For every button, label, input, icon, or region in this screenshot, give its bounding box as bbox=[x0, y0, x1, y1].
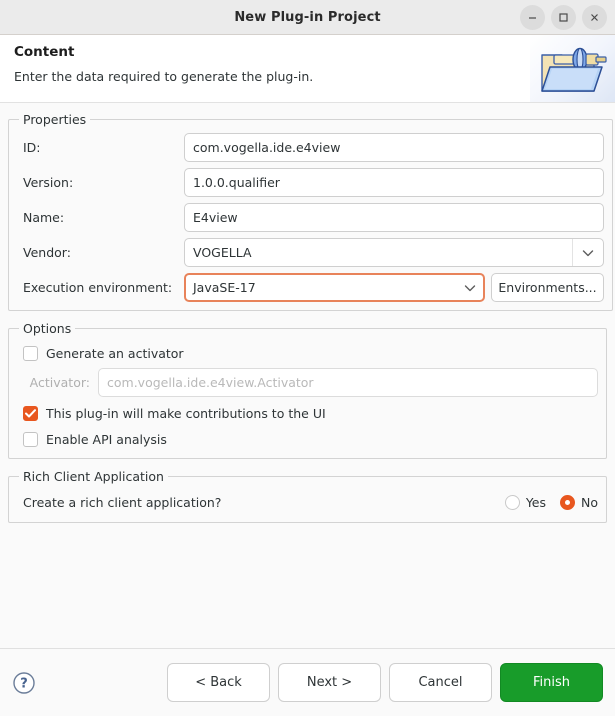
chevron-down-icon[interactable] bbox=[572, 239, 603, 266]
close-icon[interactable] bbox=[582, 4, 607, 30]
plugin-folder-icon bbox=[530, 35, 615, 102]
rich-client-no-radio[interactable] bbox=[560, 494, 575, 510]
version-label: Version: bbox=[23, 175, 74, 190]
finish-button[interactable]: Finish bbox=[500, 663, 603, 702]
id-input[interactable] bbox=[184, 133, 604, 162]
api-analysis-checkbox[interactable] bbox=[23, 431, 38, 447]
activator-row: Activator: bbox=[17, 368, 598, 397]
ui-contributions-label: This plug-in will make contributions to … bbox=[46, 405, 326, 421]
maximize-icon[interactable] bbox=[551, 4, 576, 30]
rich-client-yes-option[interactable]: Yes bbox=[504, 494, 546, 510]
properties-group: Properties ID: Version: Name: Vendor: VO… bbox=[8, 112, 613, 311]
properties-legend: Properties bbox=[23, 112, 87, 127]
rich-client-row: Create a rich client application? Yes No bbox=[17, 490, 598, 514]
activator-input[interactable] bbox=[98, 368, 598, 397]
cancel-button[interactable]: Cancel bbox=[389, 663, 492, 702]
version-input[interactable] bbox=[184, 168, 604, 197]
options-legend: Options bbox=[23, 321, 72, 336]
id-row: ID: bbox=[17, 133, 604, 162]
help-icon[interactable]: ? bbox=[12, 671, 36, 695]
vendor-combo[interactable]: VOGELLA bbox=[184, 238, 604, 267]
window-controls bbox=[520, 0, 607, 34]
version-row: Version: bbox=[17, 168, 604, 197]
rich-client-yes-radio[interactable] bbox=[504, 494, 520, 510]
vendor-row: Vendor: VOGELLA bbox=[17, 238, 604, 267]
next-button[interactable]: Next > bbox=[278, 663, 381, 702]
generate-activator-label: Generate an activator bbox=[46, 345, 184, 361]
vendor-label: Vendor: bbox=[23, 245, 71, 260]
generate-activator-checkbox[interactable] bbox=[23, 345, 38, 361]
wizard-content: Properties ID: Version: Name: Vendor: VO… bbox=[0, 103, 615, 648]
svg-text:?: ? bbox=[20, 676, 28, 691]
rich-client-legend: Rich Client Application bbox=[23, 469, 164, 484]
rich-client-no-label: No bbox=[581, 494, 598, 510]
dialog-footer: ? < Back Next > Cancel Finish bbox=[0, 648, 615, 716]
minimize-icon[interactable] bbox=[520, 4, 545, 30]
generate-activator-row[interactable]: Generate an activator bbox=[17, 342, 598, 364]
name-input[interactable] bbox=[184, 203, 604, 232]
execution-environment-value: JavaSE-17 bbox=[193, 280, 256, 295]
options-group: Options Generate an activator Activator:… bbox=[8, 321, 607, 459]
rich-client-no-option[interactable]: No bbox=[560, 494, 598, 510]
back-button[interactable]: < Back bbox=[167, 663, 270, 702]
titlebar: New Plug-in Project bbox=[0, 0, 615, 35]
new-plugin-project-dialog: New Plug-in Project Content Enter the da… bbox=[0, 0, 615, 716]
execution-environment-label: Execution environment: bbox=[23, 280, 173, 295]
name-label: Name: bbox=[23, 210, 65, 225]
chevron-down-icon[interactable] bbox=[457, 275, 483, 300]
api-analysis-row[interactable]: Enable API analysis bbox=[17, 428, 598, 450]
page-title: Content bbox=[14, 44, 75, 60]
window-title: New Plug-in Project bbox=[234, 9, 381, 25]
activator-label: Activator: bbox=[29, 375, 90, 390]
ui-contributions-checkbox[interactable] bbox=[23, 405, 38, 421]
name-row: Name: bbox=[17, 203, 604, 232]
id-label: ID: bbox=[23, 140, 41, 155]
wizard-header: Content Enter the data required to gener… bbox=[0, 35, 615, 103]
execution-environment-combo[interactable]: JavaSE-17 bbox=[184, 273, 485, 302]
rich-client-group: Rich Client Application Create a rich cl… bbox=[8, 469, 607, 523]
vendor-value: VOGELLA bbox=[193, 245, 252, 260]
rich-client-yes-label: Yes bbox=[525, 494, 546, 510]
ui-contributions-row[interactable]: This plug-in will make contributions to … bbox=[17, 402, 598, 424]
environments-button[interactable]: Environments... bbox=[491, 273, 604, 302]
rich-client-question: Create a rich client application? bbox=[23, 494, 222, 510]
execution-environment-row: Execution environment: JavaSE-17 Environ… bbox=[17, 273, 604, 302]
api-analysis-label: Enable API analysis bbox=[46, 431, 167, 447]
page-subtitle: Enter the data required to generate the … bbox=[14, 69, 314, 84]
